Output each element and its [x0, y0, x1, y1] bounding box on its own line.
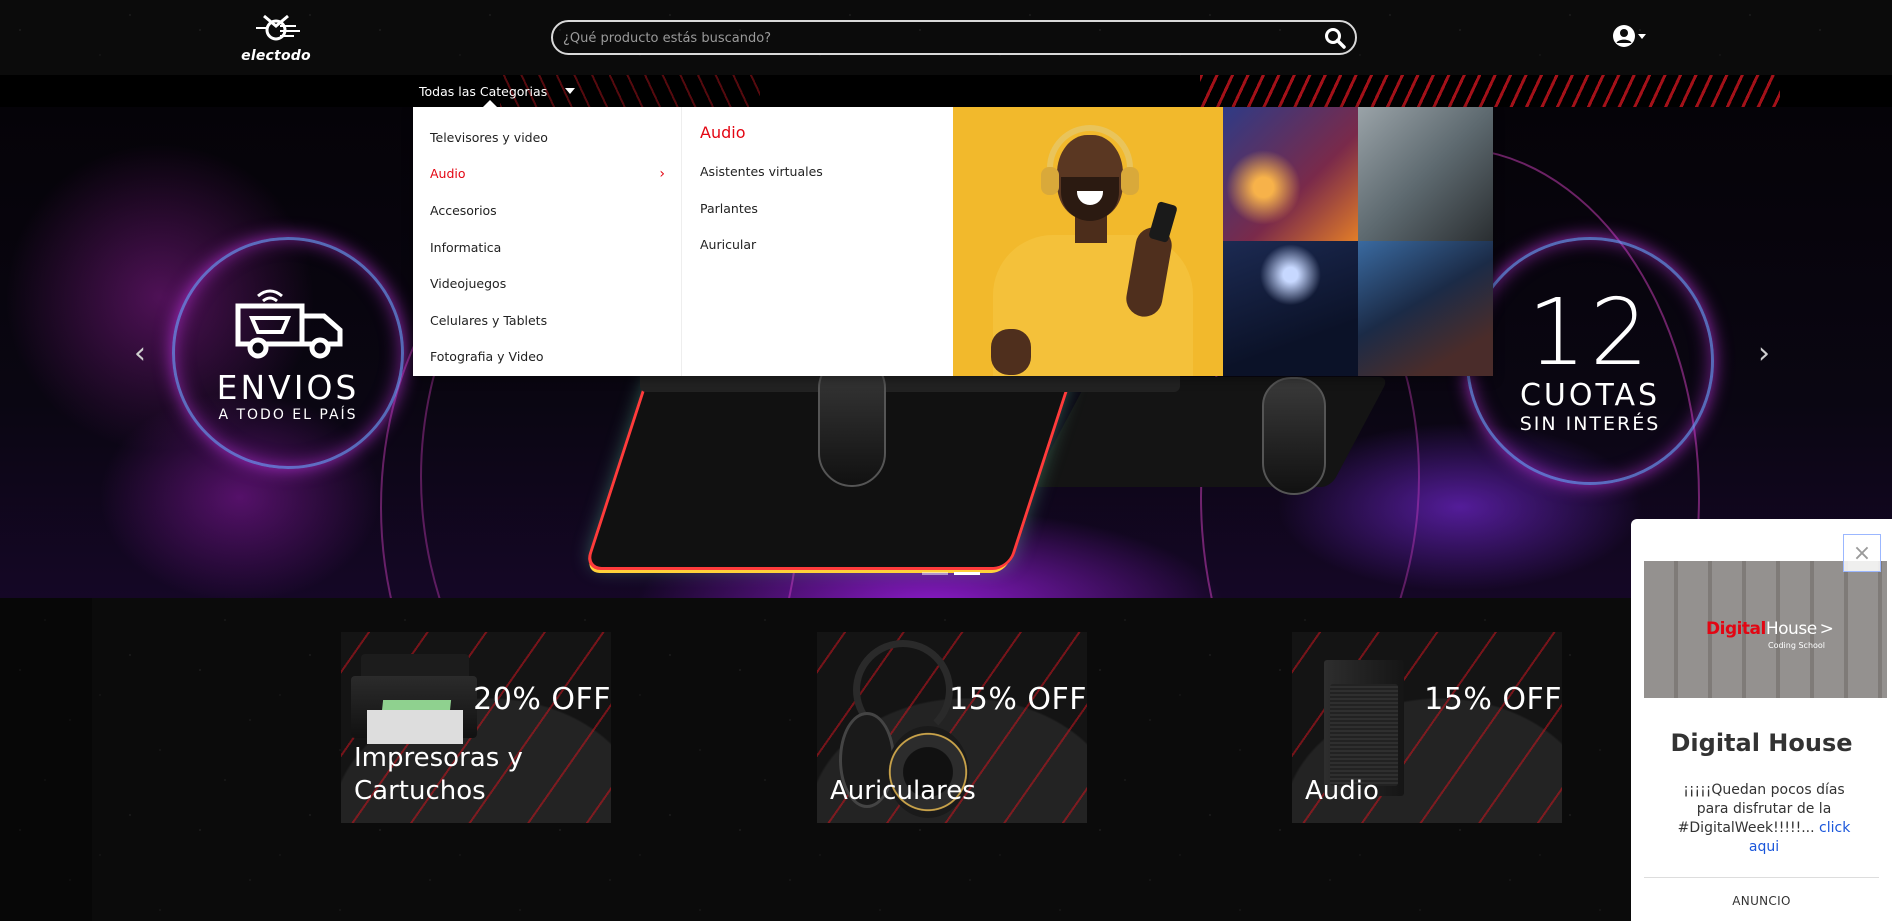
stage-microphone-image[interactable] — [1223, 241, 1358, 376]
user-icon — [1613, 25, 1635, 47]
category-item-fotografia[interactable]: Fotografia y Video — [413, 339, 681, 376]
category-mega-menu: Televisores y video Audio › Accesorios I… — [413, 107, 1493, 376]
ad-image-brand: Digital House > — [1706, 619, 1834, 639]
category-item-videojuegos[interactable]: Videojuegos — [413, 265, 681, 302]
search-icon — [1325, 28, 1346, 49]
ad-brand-red: Digital — [1706, 619, 1766, 639]
search-input[interactable] — [563, 26, 1303, 50]
promo-card-audio[interactable]: 15% OFF Audio — [1292, 632, 1562, 823]
promo-title: Auriculares — [830, 776, 976, 806]
promo-card-impresoras[interactable]: 20% OFF Impresoras y Cartuchos — [341, 632, 611, 823]
category-item-label: Audio — [430, 166, 466, 182]
decorative-stripes — [1200, 75, 1780, 107]
category-list: Televisores y video Audio › Accesorios I… — [413, 107, 682, 376]
microphone-laptop-image[interactable] — [1358, 107, 1493, 241]
chevron-right-icon: › — [1758, 335, 1770, 371]
image-shape — [1041, 167, 1059, 195]
category-item-label: Accesorios — [430, 202, 497, 218]
shipping-badge: ENVIOS A TODO EL PAÍS — [172, 237, 404, 469]
promo-section: 20% OFF Impresoras y Cartuchos 15% OFF A… — [0, 598, 1892, 921]
category-item-label: Informatica — [430, 239, 502, 255]
category-item-informatica[interactable]: Informatica — [413, 229, 681, 266]
slider-dots — [922, 572, 980, 575]
audio-image-grid — [1223, 107, 1493, 376]
category-item-televisores[interactable]: Televisores y video — [413, 119, 681, 156]
divider — [1644, 877, 1879, 878]
audio-promo-image[interactable] — [953, 107, 1223, 376]
slider-prev-button[interactable]: ‹ — [128, 333, 152, 373]
studio-image[interactable] — [1358, 241, 1493, 376]
ad-close-button[interactable]: × — [1843, 534, 1881, 572]
ad-title: Digital House — [1670, 729, 1853, 757]
site-header: electodo — [0, 0, 1892, 75]
ad-popup: Digital House > Coding School × Digital … — [1631, 519, 1892, 921]
mixer-image[interactable] — [1223, 107, 1358, 241]
slider-next-button[interactable]: › — [1752, 333, 1776, 373]
shipping-subtitle: A TODO EL PAÍS — [218, 406, 358, 423]
category-item-label: Celulares y Tablets — [430, 312, 548, 328]
subcategory-item-auricular[interactable]: Auricular — [700, 237, 935, 274]
promo-title: Impresoras y Cartuchos — [354, 743, 523, 806]
account-menu-button[interactable] — [1612, 24, 1654, 48]
search-bar — [551, 20, 1357, 55]
category-item-accesorios[interactable]: Accesorios — [413, 192, 681, 229]
installments-subtitle: SIN INTERÉS — [1519, 412, 1661, 435]
category-item-label: Fotografia y Video — [430, 349, 544, 365]
logo-text: electodo — [241, 48, 311, 64]
category-bar: Todas las Categorias — [0, 75, 1892, 107]
gaming-mouse-image — [818, 357, 886, 487]
image-shape — [991, 329, 1031, 375]
installments-badge: 12 CUOTAS SIN INTERÉS — [1466, 237, 1714, 485]
ad-body: ¡¡¡¡¡Quedan pocos días para disfrutar de… — [1669, 781, 1859, 857]
promo-discount: 20% OFF — [473, 682, 611, 717]
ad-label: ANUNCIO — [1732, 894, 1791, 908]
subcategory-panel: Audio Asistentes virtuales Parlantes Aur… — [682, 107, 953, 376]
chevron-right-icon: › — [659, 165, 665, 182]
installments-title: CUOTAS — [1519, 377, 1661, 413]
promo-title: Audio — [1305, 776, 1379, 806]
image-shape — [1148, 200, 1178, 244]
image-shape — [1121, 167, 1139, 195]
all-categories-label: Todas las Categorias — [419, 83, 548, 99]
promo-discount: 15% OFF — [1424, 682, 1562, 717]
category-item-celulares[interactable]: Celulares y Tablets — [413, 302, 681, 339]
promo-card-auriculares[interactable]: 15% OFF Auriculares — [817, 632, 1087, 823]
image-shape — [1330, 684, 1398, 786]
category-item-label: Videojuegos — [430, 276, 507, 292]
chevron-left-icon: ‹ — [134, 335, 146, 371]
logo-mark-icon — [256, 14, 300, 41]
mousepad-image — [1030, 377, 1390, 487]
ad-brand-suffix: > — [1819, 619, 1834, 639]
all-categories-dropdown[interactable]: Todas las Categorias — [419, 75, 576, 107]
delivery-truck-icon — [235, 289, 343, 358]
slider-dot-active[interactable] — [954, 572, 980, 575]
decorative-shade — [0, 598, 92, 921]
category-item-label: Televisores y video — [430, 129, 548, 145]
subcategory-item-parlantes[interactable]: Parlantes — [700, 201, 935, 238]
installments-number: 12 — [1527, 278, 1653, 386]
shipping-title: ENVIOS — [216, 367, 360, 407]
category-item-audio[interactable]: Audio › — [413, 156, 681, 193]
ad-image[interactable]: Digital House > Coding School — [1644, 561, 1887, 698]
ad-brand-white: House — [1765, 619, 1817, 639]
subcategory-item-asistentes[interactable]: Asistentes virtuales — [700, 164, 935, 201]
electodo-logo[interactable]: electodo — [240, 12, 312, 66]
search-button[interactable] — [1321, 25, 1349, 51]
subcategory-heading[interactable]: Audio — [700, 123, 935, 142]
dropdown-pointer — [483, 100, 497, 107]
promo-discount: 15% OFF — [949, 682, 1087, 717]
ad-brand-sub: Coding School — [1768, 641, 1826, 650]
close-icon: × — [1852, 540, 1872, 566]
image-shape — [367, 710, 463, 744]
slider-dot[interactable] — [922, 572, 948, 575]
chevron-down-icon — [1638, 33, 1646, 39]
chevron-down-icon — [565, 88, 576, 94]
gaming-mouse-image — [1262, 377, 1326, 495]
